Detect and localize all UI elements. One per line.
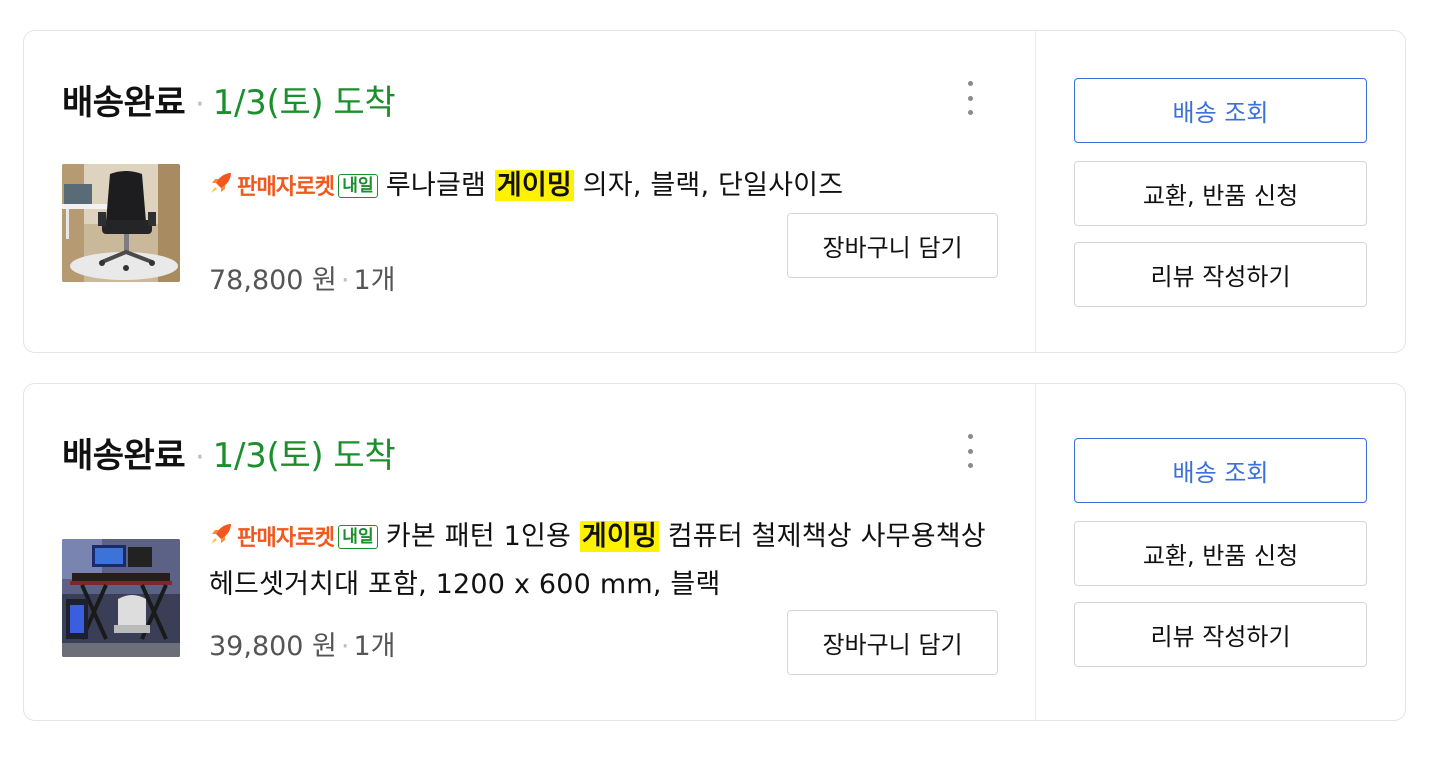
- order-card: 배송완료 · 1/3(토) 도착: [23, 383, 1406, 721]
- order-main: 배송완료 · 1/3(토) 도착: [24, 384, 1036, 720]
- product-thumbnail[interactable]: [62, 539, 180, 657]
- rocket-icon: [209, 515, 235, 561]
- separator-dot: ·: [195, 440, 205, 475]
- arrival-info: 1/3(토) 도착: [213, 428, 396, 477]
- title-text-before: 루나글램: [385, 170, 495, 201]
- title-text-after: 의자, 블랙, 단일사이즈: [573, 170, 844, 201]
- seller-rocket-badge: 판매자로켓: [237, 175, 335, 200]
- price-quantity: 78,800 원 · 1개: [209, 258, 396, 297]
- price-quantity: 39,800 원 · 1개: [209, 624, 396, 663]
- separator-dot: ·: [340, 631, 350, 662]
- arrival-date: 1/3(토): [212, 83, 324, 123]
- arrival-word: 도착: [333, 83, 396, 123]
- order-actions: 배송 조회 교환, 반품 신청 리뷰 작성하기: [1036, 31, 1405, 352]
- delivery-status: 배송완료: [62, 436, 186, 476]
- track-delivery-button[interactable]: 배송 조회: [1074, 438, 1367, 503]
- gaming-desk-photo-icon: [62, 539, 180, 657]
- product-title[interactable]: 판매자로켓 내일 루나글램 게이밍 의자, 블랙, 단일사이즈: [209, 163, 999, 211]
- arrival-word: 도착: [333, 436, 396, 476]
- title-highlight: 게이밍: [579, 521, 659, 552]
- arrival-info: 1/3(토) 도착: [213, 75, 396, 124]
- title-highlight: 게이밍: [494, 170, 574, 201]
- order-header: 배송완료 · 1/3(토) 도착: [62, 75, 396, 124]
- seller-rocket-badge: 판매자로켓: [237, 526, 335, 551]
- quantity: 1개: [353, 631, 396, 662]
- price: 78,800 원: [209, 265, 337, 296]
- track-delivery-button[interactable]: 배송 조회: [1074, 78, 1367, 143]
- rocket-icon: [209, 164, 235, 210]
- more-options-icon[interactable]: [958, 434, 982, 468]
- add-to-cart-button[interactable]: 장바구니 담기: [787, 213, 998, 278]
- add-to-cart-button[interactable]: 장바구니 담기: [787, 610, 998, 675]
- quantity: 1개: [353, 265, 396, 296]
- exchange-return-button[interactable]: 교환, 반품 신청: [1074, 521, 1367, 586]
- more-options-icon[interactable]: [958, 81, 982, 115]
- delivery-status: 배송완료: [62, 83, 186, 123]
- tomorrow-badge: 내일: [338, 174, 378, 198]
- tomorrow-badge: 내일: [338, 525, 378, 549]
- exchange-return-button[interactable]: 교환, 반품 신청: [1074, 161, 1367, 226]
- price: 39,800 원: [209, 631, 337, 662]
- product-thumbnail[interactable]: [62, 164, 180, 282]
- separator-dot: ·: [340, 265, 350, 296]
- product-title[interactable]: 판매자로켓 내일 카본 패턴 1인용 게이밍 컴퓨터 철제책상 사무용책상 헤드셋거…: [209, 514, 999, 608]
- order-actions: 배송 조회 교환, 반품 신청 리뷰 작성하기: [1036, 384, 1405, 720]
- order-main: 배송완료 · 1/3(토) 도착: [24, 31, 1036, 352]
- order-card: 배송완료 · 1/3(토) 도착: [23, 30, 1406, 353]
- arrival-date: 1/3(토): [212, 436, 324, 476]
- order-header: 배송완료 · 1/3(토) 도착: [62, 428, 396, 477]
- write-review-button[interactable]: 리뷰 작성하기: [1074, 242, 1367, 307]
- product-info: 판매자로켓 내일 카본 패턴 1인용 게이밍 컴퓨터 철제책상 사무용책상 헤드셋거…: [209, 514, 999, 608]
- title-text-before: 카본 패턴 1인용: [385, 521, 580, 552]
- separator-dot: ·: [195, 87, 205, 122]
- product-info: 판매자로켓 내일 루나글램 게이밍 의자, 블랙, 단일사이즈: [209, 163, 999, 211]
- gaming-chair-photo-icon: [62, 164, 180, 282]
- write-review-button[interactable]: 리뷰 작성하기: [1074, 602, 1367, 667]
